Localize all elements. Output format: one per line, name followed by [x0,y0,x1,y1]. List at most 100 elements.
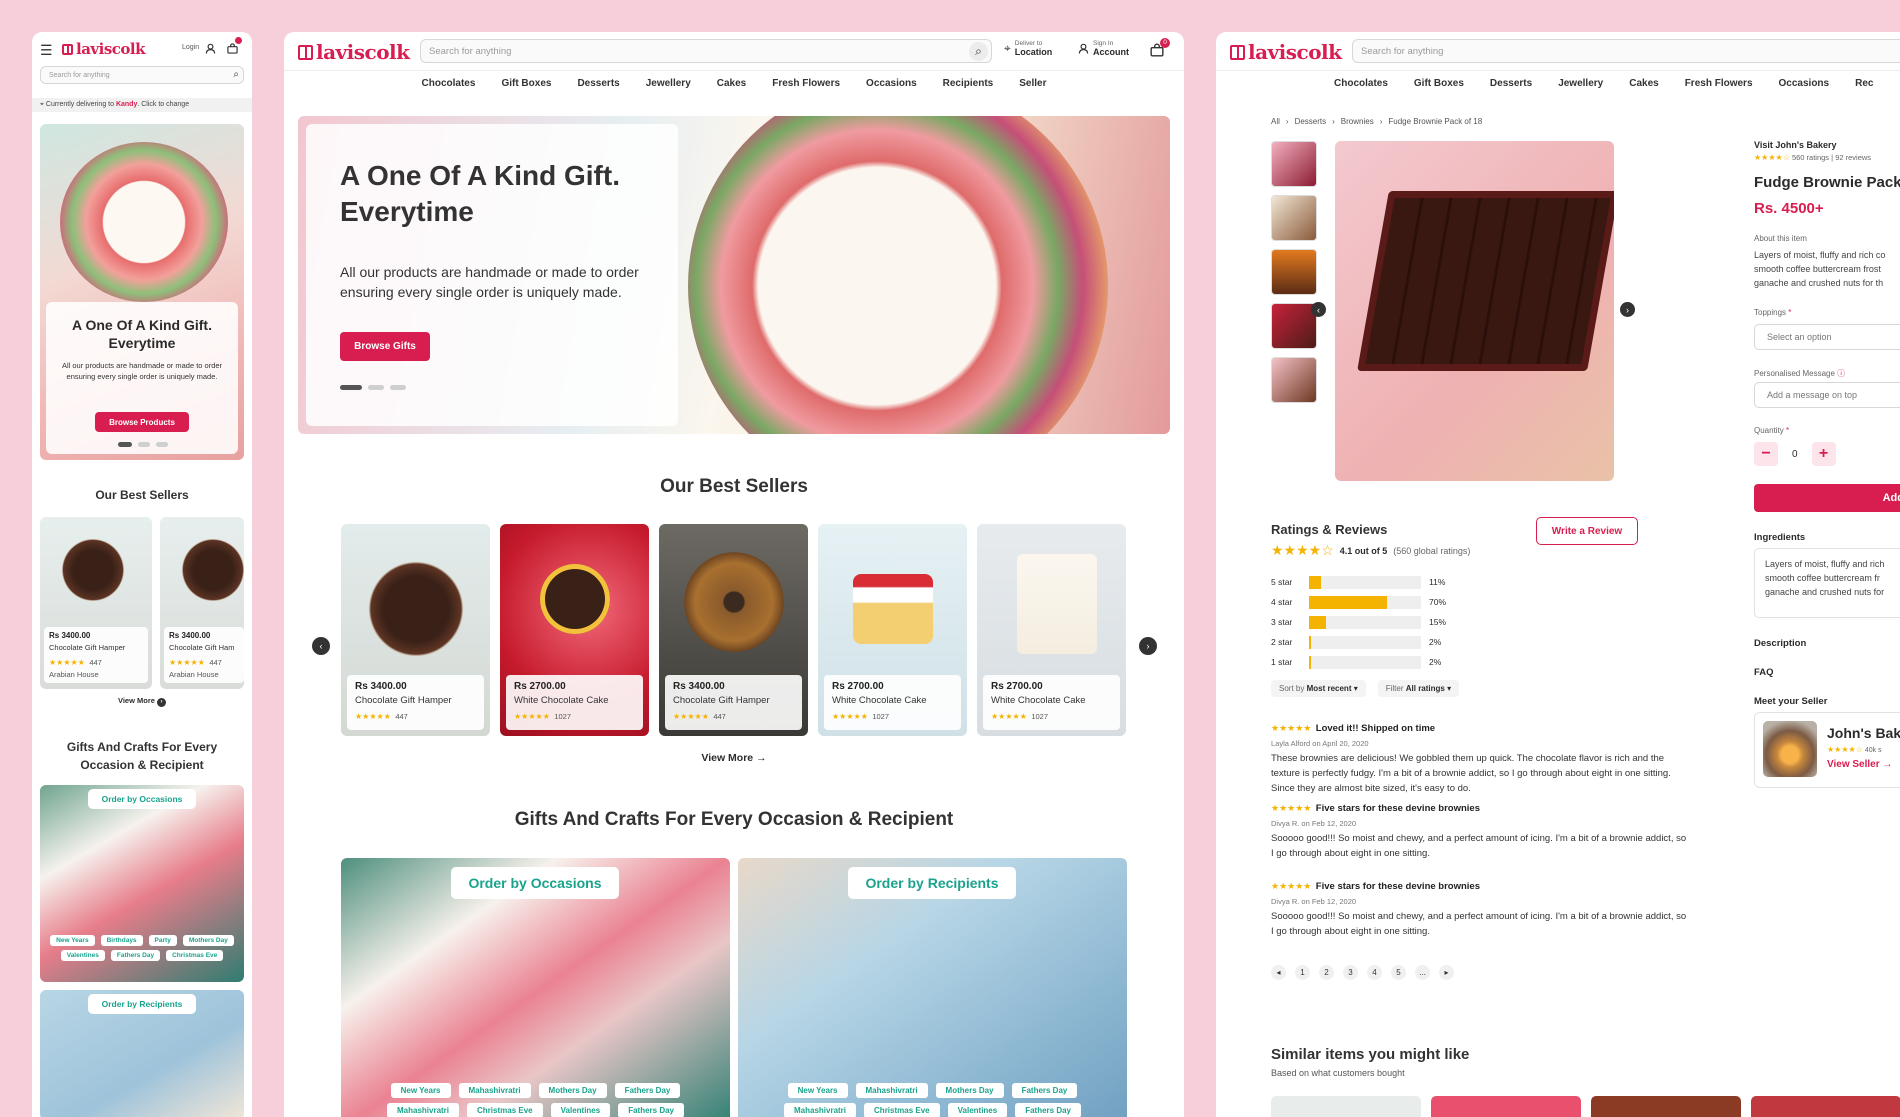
occasion-chip[interactable]: New Years [50,935,95,946]
breadcrumb-item[interactable]: All [1271,117,1280,126]
carousel-dots[interactable] [118,442,168,447]
toppings-select[interactable]: Select an option [1754,324,1900,350]
search-input[interactable]: Search for anything [1361,46,1443,57]
info-icon[interactable]: ⓘ [1837,369,1845,378]
search-bar[interactable]: Search for anything ⌕ [420,39,992,63]
occasion-chip[interactable]: Valentines [550,1103,611,1117]
occasion-chip[interactable]: Fathers Day [618,1103,684,1117]
mobile-occasions-card[interactable]: Order by Occasions New Years Birthdays P… [40,785,244,982]
brand-logo[interactable]: laviscolk [62,40,146,58]
rating-row[interactable]: 1 star 2% [1271,652,1446,672]
nav-item[interactable]: Chocolates [1321,78,1401,89]
page-prev-icon[interactable]: ◂ [1271,965,1286,980]
occasion-chip[interactable]: Fathers Day [614,1083,681,1098]
sign-in-account[interactable]: Sign In Account [1078,40,1129,57]
add-to-cart-button[interactable]: Add [1754,484,1900,512]
brand-logo[interactable]: laviscolk [298,40,410,64]
page-next-icon[interactable]: ▸ [1439,965,1454,980]
sort-dropdown[interactable]: Sort by Most recent ▾ [1271,680,1366,697]
nav-item[interactable]: Occasions [1766,78,1843,89]
nav-item[interactable]: Fresh Flowers [759,78,853,89]
order-by-recipients-card[interactable]: Order by Recipients New Years Mahashivrat… [738,858,1127,1117]
nav-item[interactable]: Fresh Flowers [1672,78,1766,89]
search-input[interactable]: Search for anything [49,72,110,79]
occasion-chip[interactable]: Mahashivratri [458,1083,531,1098]
similar-item-card[interactable] [1431,1096,1581,1117]
product-thumbnail[interactable] [1271,195,1317,241]
breadcrumb-item[interactable]: Desserts [1295,117,1327,126]
carousel-dots[interactable] [340,385,406,390]
product-card[interactable]: Rs 3400.00 Chocolate Gift Hamper ★★★★★ 447 [659,524,808,736]
occasion-chip[interactable]: Party [148,935,177,946]
delivery-bar[interactable]: ⌖ Currently delivering to Kandy. Click t… [32,98,252,112]
occasion-chip[interactable]: New Years [390,1083,451,1098]
hamburger-menu-icon[interactable]: ☰ [40,42,53,59]
mobile-recipients-card[interactable]: Order by Recipients [40,990,244,1117]
cart-icon[interactable] [227,37,242,54]
search-input[interactable]: Search for anything [429,46,511,57]
nav-item[interactable]: Desserts [1477,78,1545,89]
nav-item[interactable]: Gift Boxes [488,78,564,89]
occasion-chip[interactable]: Birthdays [100,935,143,946]
occasion-chip[interactable]: Mothers Day [538,1083,607,1098]
order-by-occasions-tag[interactable]: Order by Occasions [88,789,196,809]
brand-logo[interactable]: laviscolk [1230,40,1342,64]
recipient-chip[interactable]: Mahashivratri [784,1103,857,1117]
seller-card[interactable]: John's Bak ★★★★☆ 40k s View Seller → [1754,712,1900,788]
mobile-search-bar[interactable]: Search for anything ⌕ [40,66,244,84]
browse-products-button[interactable]: Browse Products [95,412,189,432]
product-card[interactable]: Rs 2700.00 White Chocolate Cake ★★★★★ 1027 [818,524,967,736]
recipient-chip[interactable]: Valentines [947,1103,1008,1117]
browse-gifts-button[interactable]: Browse Gifts [340,332,430,361]
nav-item[interactable]: Cakes [704,78,759,89]
user-icon[interactable] [205,41,216,54]
delivery-city[interactable]: Kandy [116,101,137,108]
rating-row[interactable]: 2 star 2% [1271,632,1446,652]
product-thumbnail[interactable] [1271,249,1317,295]
occasion-chip[interactable]: Christmas Eve [166,950,224,961]
write-review-button[interactable]: Write a Review [1536,517,1638,545]
recipient-chip[interactable]: Fathers Day [1011,1083,1078,1098]
similar-item-card[interactable] [1591,1096,1741,1117]
order-by-recipients-tag[interactable]: Order by Recipients [848,867,1016,899]
occasion-chip[interactable]: Fathers Day [110,950,161,961]
nav-item[interactable]: Recipients [930,78,1007,89]
nav-item[interactable]: Seller [1006,78,1059,89]
nav-item[interactable]: Gift Boxes [1401,78,1477,89]
filter-dropdown[interactable]: Filter All ratings ▾ [1377,680,1460,697]
page-number[interactable]: 1 [1295,965,1310,980]
recipient-chip[interactable]: Mothers Day [935,1083,1004,1098]
product-thumbnail[interactable] [1271,141,1317,187]
deliver-to-location[interactable]: ⌖ Deliver to Location [1004,40,1052,57]
mobile-view-more-link[interactable]: View More › [32,696,252,707]
description-toggle[interactable]: Description [1754,638,1806,649]
carousel-prev-arrow[interactable]: ‹ [312,637,330,655]
decrease-quantity-button[interactable]: − [1754,442,1778,466]
view-seller-link[interactable]: View Seller → [1827,759,1892,770]
recipient-chip[interactable]: Christmas Eve [864,1103,940,1117]
page-number[interactable]: 2 [1319,965,1334,980]
product-card[interactable]: Rs 3400.00 Chocolate Gift Hamper ★★★★★ 447 [341,524,490,736]
order-by-occasions-card[interactable]: Order by Occasions New Years Mahashivratr… [341,858,730,1117]
search-icon[interactable]: ⌕ [233,69,239,80]
nav-item[interactable]: Occasions [853,78,930,89]
product-card[interactable]: Rs 2700.00 White Chocolate Cake ★★★★★ 1027 [500,524,649,736]
image-next-arrow[interactable]: › [1620,302,1635,317]
occasion-chip[interactable]: Mothers Day [182,935,234,946]
visit-seller-link[interactable]: Visit John's Bakery [1754,140,1837,150]
mobile-product-card[interactable]: Rs 3400.00 Chocolate Gift Ham ★★★★★ 447 … [160,517,244,689]
nav-item[interactable]: Jewellery [1545,78,1616,89]
page-number[interactable]: 3 [1343,965,1358,980]
rating-row[interactable]: 5 star 11% [1271,572,1446,592]
carousel-next-arrow[interactable]: › [1139,637,1157,655]
order-by-occasions-tag[interactable]: Order by Occasions [451,867,619,899]
login-link[interactable]: Login [182,44,199,51]
image-prev-arrow[interactable]: ‹ [1311,302,1326,317]
personalised-message-input[interactable]: Add a message on top [1754,382,1900,408]
nav-item[interactable]: Rec [1842,78,1886,89]
view-more-link[interactable]: View More → [284,752,1184,764]
nav-item[interactable]: Cakes [1616,78,1671,89]
product-card[interactable]: Rs 2700.00 White Chocolate Cake ★★★★★ 1027 [977,524,1126,736]
breadcrumb-item[interactable]: Brownies [1341,117,1374,126]
page-number[interactable]: 4 [1367,965,1382,980]
